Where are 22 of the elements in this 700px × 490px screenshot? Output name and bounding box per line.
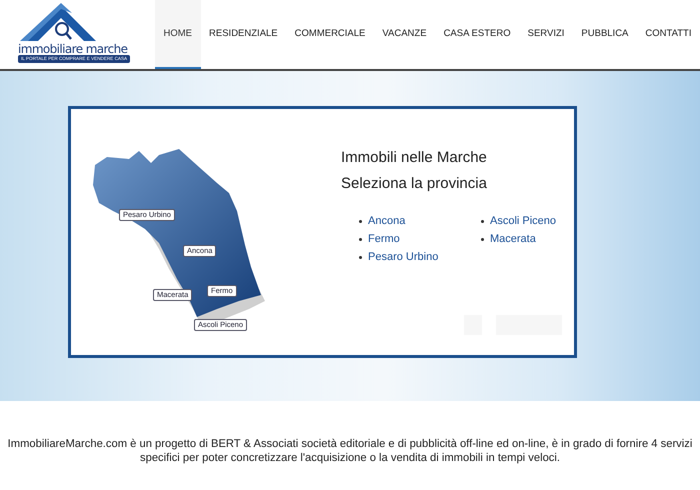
nav-link[interactable]: HOME: [155, 0, 201, 69]
nav-link[interactable]: PUBBLICA: [572, 0, 637, 69]
bullet-icon: [481, 220, 484, 222]
province-link[interactable]: Pesaro Urbino: [368, 251, 438, 263]
intro-paragraph: ImmobiliareMarche.com è un progetto di BERT & Associati società editoriale e di pubblicità off-line ed on-line, è in grado di fornire 4 servizi specifici per poter concretizzare l'acquisizione o la vendita di immobili in tempi veloci.: [6, 437, 694, 465]
province-link[interactable]: Ascoli Piceno: [490, 215, 556, 227]
bullet-icon: [359, 238, 362, 240]
nav-link[interactable]: RESIDENZIALE: [200, 0, 286, 69]
bullet-icon: [359, 220, 362, 222]
nav-link[interactable]: CONTATTI: [636, 0, 700, 69]
province-link[interactable]: Macerata: [490, 233, 536, 245]
province-link[interactable]: Fermo: [368, 233, 400, 245]
bullet-icon: [359, 256, 362, 258]
bullet-icon: [481, 238, 484, 240]
logo-wordmark: immobiliare marche: [18, 43, 128, 55]
province-link[interactable]: Ancona: [368, 215, 406, 227]
nav-link[interactable]: SERVIZI: [519, 0, 573, 69]
nav-link[interactable]: VACANZE: [374, 0, 436, 69]
nav-link[interactable]: CASA ESTERO: [435, 0, 520, 69]
card-title: Immobili nelle Marche: [341, 149, 488, 166]
card-subtitle: Seleziona la provincia: [341, 175, 488, 192]
nav-link[interactable]: COMMERCIALE: [286, 0, 374, 69]
